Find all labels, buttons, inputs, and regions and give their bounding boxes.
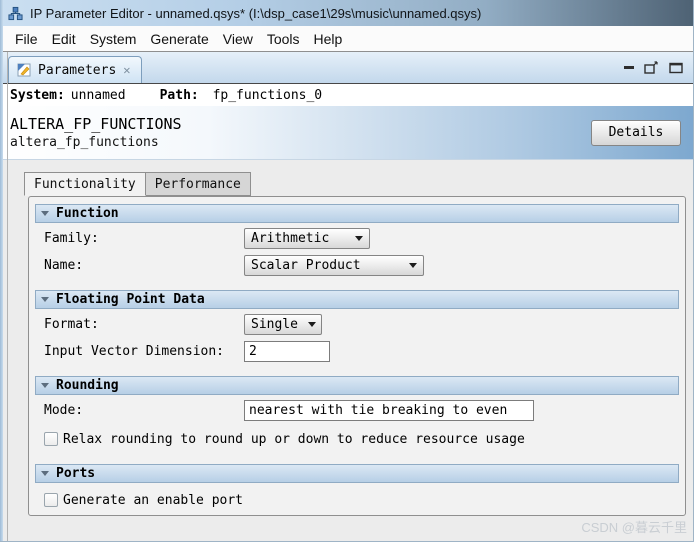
ip-names: ALTERA_FP_FUNCTIONS altera_fp_functions bbox=[10, 115, 182, 150]
name-select[interactable]: Scalar Product bbox=[244, 254, 424, 276]
generate-enable-port-checkbox[interactable] bbox=[44, 493, 58, 507]
input-vector-dimension-label: Input Vector Dimension: bbox=[44, 343, 225, 359]
qsys-app-icon bbox=[8, 6, 23, 20]
menu-item-generate[interactable]: Generate bbox=[143, 28, 215, 50]
parameter-content: Functionality Performance Function Famil… bbox=[0, 160, 693, 516]
family-value: Arithmetic bbox=[251, 230, 330, 246]
parameters-wrench-icon bbox=[17, 63, 31, 77]
window-title: IP Parameter Editor - unnamed.qsys* (I:\… bbox=[30, 5, 482, 21]
minimize-view-icon[interactable] bbox=[624, 66, 634, 69]
collapse-triangle-icon[interactable] bbox=[41, 383, 49, 388]
tab-performance[interactable]: Performance bbox=[145, 172, 251, 196]
path-value: fp_functions_0 bbox=[212, 87, 323, 103]
dropdown-arrow-icon bbox=[355, 235, 363, 241]
family-select[interactable]: Arithmetic bbox=[244, 227, 370, 249]
section-rounding: Rounding Mode: Relax rounding to round u… bbox=[35, 376, 679, 451]
generate-enable-port-row: Generate an enable port bbox=[44, 488, 679, 512]
section-function-title: Function bbox=[56, 206, 119, 221]
menu-item-help[interactable]: Help bbox=[307, 28, 350, 50]
path-label: Path: bbox=[159, 87, 199, 103]
input-vector-dimension-row: Input Vector Dimension: bbox=[44, 339, 679, 363]
dropdown-arrow-icon bbox=[409, 262, 417, 268]
tab-functionality[interactable]: Functionality bbox=[24, 172, 146, 196]
format-row: Format: Single bbox=[44, 312, 679, 336]
relax-rounding-checkbox[interactable] bbox=[44, 432, 58, 446]
watermark: CSDN @暮云千里 bbox=[581, 520, 687, 535]
name-label: Name: bbox=[44, 257, 84, 273]
section-function: Function Family: Arithmetic Name: Scalar… bbox=[35, 204, 679, 277]
collapse-triangle-icon[interactable] bbox=[41, 297, 49, 302]
view-tab-bar: Parameters ✕ bbox=[0, 52, 693, 84]
section-function-header[interactable]: Function bbox=[35, 204, 679, 223]
system-label: System: bbox=[10, 87, 65, 103]
format-select[interactable]: Single bbox=[244, 313, 322, 335]
section-floating-point-data: Floating Point Data Format: Single Input… bbox=[35, 290, 679, 363]
menu-item-view[interactable]: View bbox=[216, 28, 260, 50]
float-view-icon[interactable] bbox=[644, 61, 659, 74]
functionality-panel: Function Family: Arithmetic Name: Scalar… bbox=[28, 196, 686, 516]
section-ports-header[interactable]: Ports bbox=[35, 464, 679, 483]
tab-parameters-label: Parameters bbox=[38, 62, 117, 78]
name-row: Name: Scalar Product bbox=[44, 253, 679, 277]
view-window-controls bbox=[624, 61, 683, 83]
collapse-triangle-icon[interactable] bbox=[41, 471, 49, 476]
section-floating-point-data-header[interactable]: Floating Point Data bbox=[35, 290, 679, 309]
ip-header-band: ALTERA_FP_FUNCTIONS altera_fp_functions … bbox=[0, 106, 693, 160]
page-tabs: Functionality Performance bbox=[24, 172, 693, 196]
relax-rounding-label: Relax rounding to round up or down to re… bbox=[63, 431, 525, 447]
input-vector-dimension-field[interactable] bbox=[244, 340, 330, 362]
close-tab-icon[interactable]: ✕ bbox=[123, 63, 130, 77]
system-path-bar: System: unnamed Path: fp_functions_0 bbox=[0, 84, 693, 106]
details-button[interactable]: Details bbox=[591, 119, 681, 146]
ip-instance-name: altera_fp_functions bbox=[10, 135, 159, 150]
format-label: Format: bbox=[44, 316, 99, 332]
section-rounding-title: Rounding bbox=[56, 378, 119, 393]
title-bar[interactable]: IP Parameter Editor - unnamed.qsys* (I:\… bbox=[0, 0, 693, 26]
section-rounding-header[interactable]: Rounding bbox=[35, 376, 679, 395]
mode-field[interactable] bbox=[244, 399, 534, 421]
name-value: Scalar Product bbox=[251, 257, 361, 273]
collapse-triangle-icon[interactable] bbox=[41, 211, 49, 216]
generate-enable-port-label: Generate an enable port bbox=[63, 492, 244, 508]
ip-display-name: ALTERA_FP_FUNCTIONS bbox=[10, 115, 182, 133]
mode-row: Mode: bbox=[44, 398, 679, 422]
section-floating-point-data-title: Floating Point Data bbox=[56, 292, 205, 307]
relax-rounding-row: Relax rounding to round up or down to re… bbox=[44, 427, 679, 451]
dropdown-arrow-icon bbox=[307, 321, 316, 327]
family-label: Family: bbox=[44, 230, 99, 246]
menu-bar: File Edit System Generate View Tools Hel… bbox=[0, 26, 693, 52]
section-ports: Ports Generate an enable port bbox=[35, 464, 679, 512]
format-value: Single bbox=[251, 316, 298, 332]
maximize-view-icon[interactable] bbox=[669, 62, 683, 74]
menu-item-edit[interactable]: Edit bbox=[45, 28, 83, 50]
ip-parameter-editor-window: IP Parameter Editor - unnamed.qsys* (I:\… bbox=[0, 0, 694, 542]
menu-item-system[interactable]: System bbox=[83, 28, 144, 50]
section-ports-title: Ports bbox=[56, 466, 96, 481]
family-row: Family: Arithmetic bbox=[44, 226, 679, 250]
menu-item-file[interactable]: File bbox=[8, 28, 45, 50]
mode-label: Mode: bbox=[44, 402, 84, 418]
system-value: unnamed bbox=[70, 87, 126, 103]
tab-parameters[interactable]: Parameters ✕ bbox=[8, 56, 142, 83]
inner-frame-divider bbox=[7, 52, 8, 541]
menu-item-tools[interactable]: Tools bbox=[260, 28, 307, 50]
